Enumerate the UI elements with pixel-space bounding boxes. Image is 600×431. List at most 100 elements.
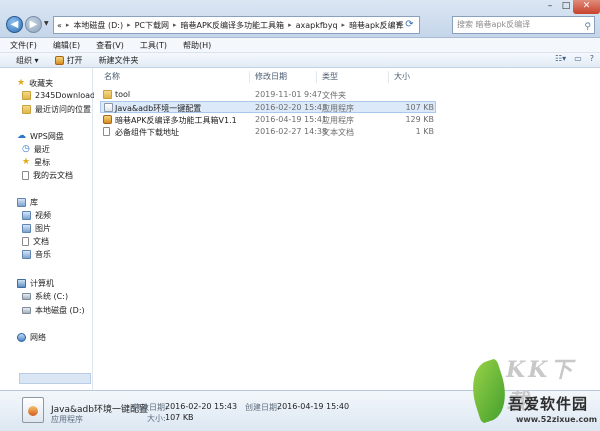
file-type: 应用程序 (322, 104, 354, 113)
music-icon (22, 250, 31, 259)
drive-icon (22, 293, 31, 300)
computer-icon (17, 279, 26, 288)
recent-places-icon (22, 105, 31, 114)
command-bar: 组织 ▾ 打开 新建文件夹 ☷▾ ▭ ? (0, 53, 600, 68)
title-bar: ◀ ▶ ▼ « ▸ 本地磁盘 (D:) ▸ PC下载网 ▸ 暗巷APK反编译多功… (0, 0, 600, 38)
sidebar-item-recent-places[interactable]: 最近访问的位置 (22, 104, 91, 115)
app-icon (103, 115, 112, 124)
details-file-type: 应用程序 (51, 415, 83, 424)
sidebar-item-libraries[interactable]: 库 (17, 197, 38, 208)
file-type: 文件夹 (322, 91, 346, 100)
file-date: 2016-02-20 15:43 (255, 103, 328, 112)
file-row[interactable]: 必备组件下载地址 2016-02-27 14:38 文本文档 1 KB (100, 126, 436, 138)
file-list: 名称 修改日期 类型 大小 tool 2019-11-01 9:47 文件夹 J… (94, 68, 600, 390)
file-date: 2016-04-19 15:41 (255, 115, 328, 124)
view-options-icon[interactable]: ☷▾ (555, 54, 566, 63)
star-icon: ★ (17, 78, 26, 88)
file-date: 2019-11-01 9:47 (255, 90, 322, 99)
sidebar-item-pictures[interactable]: 图片 (22, 223, 51, 234)
sidebar-item-drive-c[interactable]: 系统 (C:) (22, 291, 68, 302)
document-icon (22, 237, 29, 246)
file-date: 2016-02-27 14:38 (255, 127, 328, 136)
open-label: 打开 (66, 55, 83, 65)
column-header-date[interactable]: 修改日期 (255, 71, 287, 83)
open-button[interactable]: 打开 (54, 55, 83, 66)
cloud-icon: ☁ (17, 131, 26, 141)
java-app-icon (22, 397, 44, 423)
file-size: 1 KB (415, 127, 434, 136)
file-row-selected[interactable]: Java&adb环境一键配置 2016-02-20 15:43 应用程序 107… (100, 101, 436, 113)
breadcrumb-overflow[interactable]: « (57, 21, 62, 30)
address-dropdown-icon[interactable]: ▼ (396, 21, 401, 28)
forward-button[interactable]: ▶ (25, 16, 42, 33)
help-icon[interactable]: ? (590, 54, 594, 63)
view-controls: ☷▾ ▭ ? (555, 54, 594, 63)
drive-icon (22, 307, 31, 314)
watermark-logo: KK下载 吾爱软件园 www.52zixue.com (463, 352, 598, 430)
video-icon (22, 211, 31, 220)
maximize-button[interactable]: □ (559, 0, 573, 14)
sidebar-item-wps-starred[interactable]: ★ 星标 (22, 157, 50, 168)
sidebar-item-music[interactable]: 音乐 (22, 249, 51, 260)
search-input[interactable]: 搜索 暗巷apk反编译 ⚲ (452, 16, 595, 34)
breadcrumb-item[interactable]: PC下载网 (135, 20, 169, 31)
preview-pane-icon[interactable]: ▭ (574, 54, 582, 63)
new-folder-button[interactable]: 新建文件夹 (99, 55, 139, 66)
sidebar-item-favorites[interactable]: ★ 收藏夹 (17, 78, 53, 89)
sidebar-item-2345downloads[interactable]: 2345Downloads (22, 91, 99, 100)
column-divider[interactable] (249, 71, 250, 83)
details-modified-label: 修改日期: (133, 403, 168, 412)
folder-icon (103, 90, 112, 99)
sidebar-item-drive-d[interactable]: 本地磁盘 (D:) (22, 305, 85, 316)
open-icon (54, 55, 64, 65)
details-size-value: 107 KB (165, 413, 194, 422)
watermark-brand: 吾爱软件园 (508, 395, 589, 413)
sidebar-item-wps-recent[interactable]: ◷ 最近 (22, 144, 50, 155)
refresh-icon[interactable]: ⟳ (403, 18, 416, 32)
breadcrumb-item[interactable]: axapkfbyq (296, 21, 338, 30)
menu-file[interactable]: 文件(F) (10, 40, 37, 51)
details-modified-value: 2016-02-20 15:43 (165, 402, 238, 411)
menu-view[interactable]: 查看(V) (96, 40, 124, 51)
search-icon[interactable]: ⚲ (584, 19, 591, 35)
file-name: Java&adb环境一键配置 (115, 104, 202, 113)
network-icon (17, 333, 26, 342)
watermark-url: www.52zixue.com (516, 415, 598, 424)
menu-bar: 文件(F) 编辑(E) 查看(V) 工具(T) 帮助(H) (0, 38, 600, 53)
file-type: 应用程序 (322, 116, 354, 125)
search-placeholder: 搜索 暗巷apk反编译 (457, 20, 531, 29)
column-divider[interactable] (316, 71, 317, 83)
menu-tools[interactable]: 工具(T) (140, 40, 167, 51)
sidebar-item-documents[interactable]: 文档 (22, 236, 49, 247)
sidebar-item-network[interactable]: 网络 (17, 332, 46, 343)
details-created-label: 创建日期: (245, 403, 280, 412)
text-file-icon (103, 127, 110, 136)
star-icon: ★ (22, 157, 31, 167)
sidebar-item-wps-docs[interactable]: 我的云文档 (22, 170, 73, 181)
minimize-button[interactable]: – (541, 0, 559, 14)
close-button[interactable]: ✕ (573, 0, 600, 14)
column-header-type[interactable]: 类型 (322, 71, 338, 83)
file-name: 暗巷APK反编译多功能工具箱V1.1 (115, 116, 237, 125)
organize-button[interactable]: 组织 ▾ (16, 55, 39, 66)
back-button[interactable]: ◀ (6, 16, 23, 33)
sidebar-item-computer[interactable]: 计算机 (17, 278, 54, 289)
column-header-name[interactable]: 名称 (104, 71, 120, 83)
column-divider[interactable] (388, 71, 389, 83)
picture-icon (22, 224, 31, 233)
breadcrumb-item[interactable]: 本地磁盘 (D:) (73, 20, 123, 31)
sidebar-item-videos[interactable]: 视频 (22, 210, 51, 221)
column-header-size[interactable]: 大小 (394, 71, 410, 83)
library-icon (17, 198, 26, 207)
menu-help[interactable]: 帮助(H) (183, 40, 211, 51)
address-bar[interactable]: « ▸ 本地磁盘 (D:) ▸ PC下载网 ▸ 暗巷APK反编译多功能工具箱 ▸… (53, 16, 420, 34)
sidebar-item-wps[interactable]: ☁ WPS网盘 (17, 131, 64, 142)
file-size: 129 KB (405, 115, 434, 124)
file-type: 文本文档 (322, 128, 354, 137)
navigation-pane: ★ 收藏夹 2345Downloads 最近访问的位置 ☁ WPS网盘 ◷ 最近… (0, 68, 99, 390)
file-row[interactable]: tool 2019-11-01 9:47 文件夹 (100, 89, 436, 101)
file-row[interactable]: 暗巷APK反编译多功能工具箱V1.1 2016-04-19 15:41 应用程序… (100, 114, 436, 126)
menu-edit[interactable]: 编辑(E) (53, 40, 80, 51)
recent-pages-dropdown[interactable]: ▼ (44, 20, 49, 27)
breadcrumb-item[interactable]: 暗巷APK反编译多功能工具箱 (181, 20, 285, 31)
